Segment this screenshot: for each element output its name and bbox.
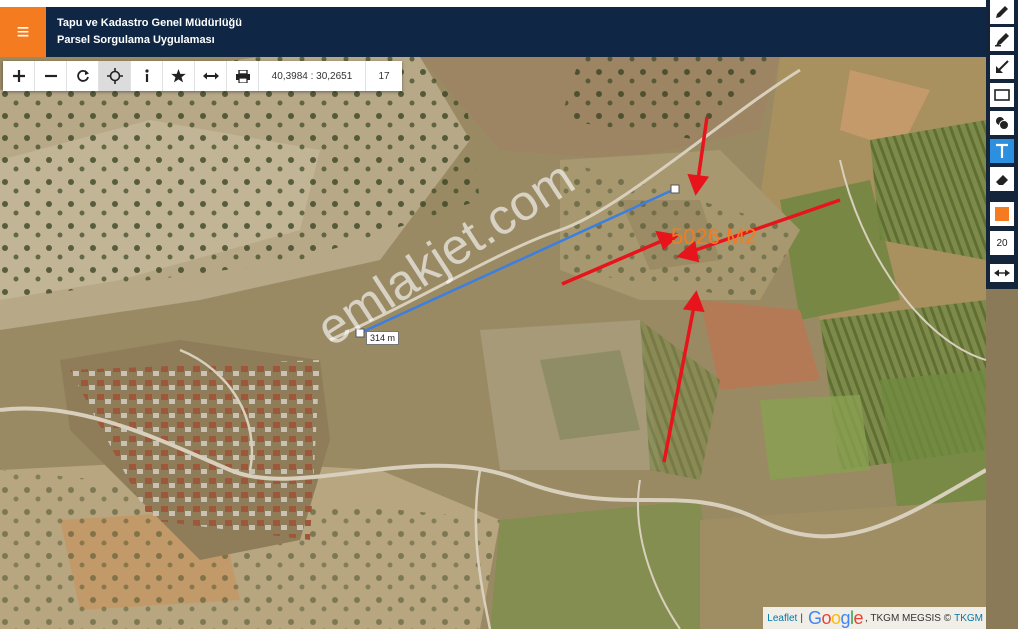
tkgm-megsis-text: , TKGM MEGSIS © xyxy=(865,612,952,624)
eraser-tool-button[interactable] xyxy=(990,167,1014,191)
map-toolbar: 40,3984 : 30,2651 17 xyxy=(3,61,402,91)
zoom-in-button[interactable] xyxy=(3,61,35,91)
area-label: 5026 M2 xyxy=(671,224,757,249)
arrow-icon xyxy=(996,60,1009,73)
color-swatch xyxy=(995,207,1009,221)
zoom-level: 17 xyxy=(378,70,390,82)
drawing-toolbar: 20 xyxy=(986,0,1018,289)
zoom-out-button[interactable] xyxy=(35,61,67,91)
map-attribution: Leaflet | Google , TKGM MEGSIS © TKGM xyxy=(763,607,986,629)
print-button[interactable] xyxy=(227,61,259,91)
swap-arrows-icon xyxy=(994,269,1010,277)
hamburger-menu-button[interactable]: ≡ xyxy=(0,7,46,57)
title-line-1: Tapu ve Kadastro Genel Müdürlüğü xyxy=(57,17,242,29)
eraser-icon xyxy=(996,175,1008,185)
number-tool-button[interactable] xyxy=(990,111,1014,135)
measure-button[interactable] xyxy=(195,61,227,91)
info-icon xyxy=(144,69,149,82)
color-picker[interactable] xyxy=(990,202,1014,226)
title-line-2: Parsel Sorgulama Uygulaması xyxy=(57,34,215,46)
marker-icon xyxy=(995,33,1009,47)
refresh-button[interactable] xyxy=(67,61,99,91)
app-header: ≡ Tapu ve Kadastro Genel Müdürlüğü Parse… xyxy=(0,7,986,57)
measure-icon xyxy=(202,72,219,80)
size-selector[interactable]: 20 xyxy=(990,231,1014,255)
leaflet-link[interactable]: Leaflet xyxy=(767,613,797,624)
print-icon xyxy=(235,69,250,83)
pencil-tool-button[interactable] xyxy=(990,0,1014,24)
toggle-toolbar-button[interactable] xyxy=(990,264,1014,282)
marker-tool-button[interactable] xyxy=(990,27,1014,51)
coordinate-readout: 40,3984 : 30,2651 xyxy=(259,61,366,91)
refresh-icon xyxy=(76,70,89,82)
rectangle-tool-button[interactable] xyxy=(990,83,1014,107)
app-title: Tapu ve Kadastro Genel Müdürlüğü Parsel … xyxy=(57,15,242,49)
top-strip xyxy=(0,0,986,7)
favorite-button[interactable] xyxy=(163,61,195,91)
zoom-out-icon xyxy=(44,74,57,78)
satellite-imagery xyxy=(0,57,986,629)
tkgm-link[interactable]: TKGM xyxy=(954,613,983,624)
satellite-map[interactable]: 314 m 5026 M2 emlakjet.com Leaflet | Goo… xyxy=(0,57,986,629)
number-icon xyxy=(996,117,1009,130)
locate-button[interactable] xyxy=(99,61,131,91)
text-icon xyxy=(996,143,1008,158)
attribution-separator: | xyxy=(800,612,803,624)
locate-icon xyxy=(106,68,123,84)
text-tool-button[interactable] xyxy=(990,139,1014,163)
info-button[interactable] xyxy=(131,61,163,91)
rectangle-icon xyxy=(994,89,1010,101)
google-logo: Google xyxy=(807,607,864,628)
pencil-icon xyxy=(996,6,1008,18)
hamburger-icon: ≡ xyxy=(16,19,30,44)
arrow-tool-button[interactable] xyxy=(990,55,1014,79)
zoom-in-icon xyxy=(12,70,25,82)
star-icon xyxy=(171,69,186,83)
